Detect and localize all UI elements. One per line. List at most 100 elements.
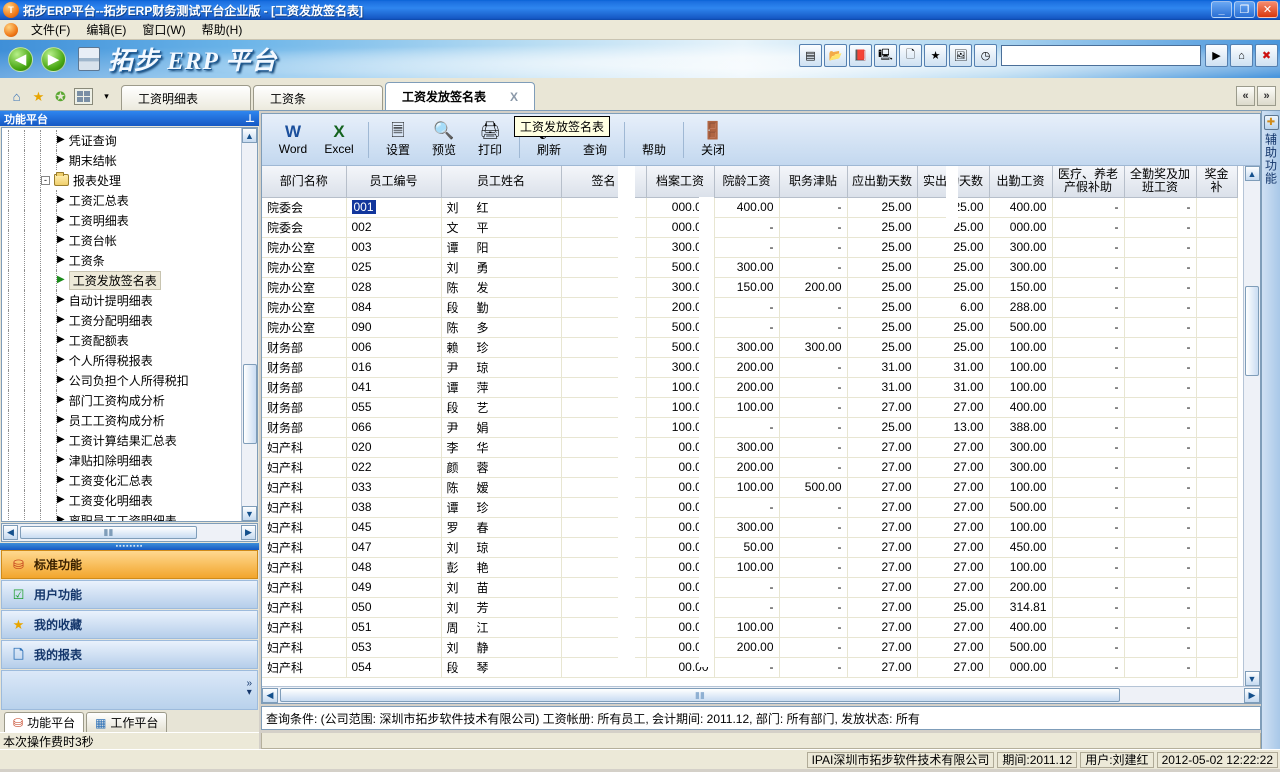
cell-duty[interactable]: - <box>779 397 847 417</box>
cell-archive[interactable]: 100.00 <box>646 397 714 417</box>
cell-bonus[interactable]: - <box>1124 577 1196 597</box>
cell-duty[interactable]: - <box>779 357 847 377</box>
cell-actual_days[interactable]: 13.00 <box>917 417 989 437</box>
cell-due_days[interactable]: 27.00 <box>847 657 917 677</box>
table-row[interactable]: 院委会001刘红000.00400.00-25.0025.00400.00-- <box>262 197 1237 217</box>
cell-bonus[interactable]: - <box>1124 337 1196 357</box>
tab-grid-view-icon[interactable] <box>74 88 93 105</box>
cell-bonus[interactable]: - <box>1124 617 1196 637</box>
cell-archive[interactable]: 000.00 <box>646 197 714 217</box>
tree-vertical-scrollbar[interactable]: ▲ ▼ <box>241 128 257 521</box>
cell-actual_days[interactable]: 25.00 <box>917 257 989 277</box>
cell-name[interactable]: 赖珍 <box>441 337 561 357</box>
cell-medical[interactable]: - <box>1052 657 1124 677</box>
cell-sign[interactable] <box>561 577 646 597</box>
grid-scroll-thumb[interactable] <box>1245 286 1259 376</box>
table-row[interactable]: 财务部066尹娟100.00--25.0013.00388.00-- <box>262 417 1237 437</box>
cell-dept[interactable]: 院办公室 <box>262 297 346 317</box>
cell-due_days[interactable]: 27.00 <box>847 537 917 557</box>
tree-horizontal-scrollbar[interactable]: ◀ ▮▮ ▶ <box>1 523 258 542</box>
cell-dept[interactable]: 妇产科 <box>262 497 346 517</box>
cell-sign[interactable] <box>561 237 646 257</box>
menu-window[interactable]: 窗口(W) <box>134 19 193 40</box>
cell-medical[interactable]: - <box>1052 637 1124 657</box>
cell-reward[interactable] <box>1196 477 1237 497</box>
cell-duty[interactable]: - <box>779 637 847 657</box>
tree-scroll-down-button[interactable]: ▼ <box>242 506 257 521</box>
cell-archive[interactable]: 500.00 <box>646 257 714 277</box>
cell-medical[interactable]: - <box>1052 557 1124 577</box>
cell-actual_days[interactable]: 25.00 <box>917 277 989 297</box>
sidebar-expand-more-icon[interactable]: »▾ <box>246 679 252 697</box>
pin-icon[interactable]: ⊥ <box>245 112 255 125</box>
tree-item-8[interactable]: ▶自动计提明细表 <box>2 290 240 310</box>
cell-dept[interactable]: 妇产科 <box>262 637 346 657</box>
table-row[interactable]: 妇产科038谭珍00.00--27.0027.00500.00-- <box>262 497 1237 517</box>
workstation-icon[interactable]: 🖳 <box>874 44 897 67</box>
cell-bonus[interactable]: - <box>1124 637 1196 657</box>
cell-medical[interactable]: - <box>1052 517 1124 537</box>
cell-duty[interactable]: - <box>779 297 847 317</box>
cell-archive[interactable]: 00.00 <box>646 597 714 617</box>
tab-gongzitiao[interactable]: 工资条 <box>253 85 383 110</box>
table-row[interactable]: 妇产科047刘琼00.0050.00-27.0027.00450.00-- <box>262 537 1237 557</box>
cell-sign[interactable] <box>561 337 646 357</box>
cell-seniority[interactable]: 300.00 <box>714 437 779 457</box>
cell-duty[interactable]: - <box>779 197 847 217</box>
cell-id[interactable]: 022 <box>346 457 441 477</box>
cell-seniority[interactable]: - <box>714 297 779 317</box>
grid-hscroll-thumb[interactable]: ▮▮ <box>280 688 1120 702</box>
tree-item-16[interactable]: ▶津贴扣除明细表 <box>2 450 240 470</box>
tree-item-4[interactable]: ▶工资明细表 <box>2 210 240 230</box>
go-button[interactable]: ▶ <box>1205 44 1228 67</box>
grid-column-header-6[interactable]: 职务津贴 <box>779 166 847 197</box>
cell-id[interactable]: 048 <box>346 557 441 577</box>
cell-actual_days[interactable]: 27.00 <box>917 557 989 577</box>
ledger-book-icon[interactable]: 📕 <box>849 44 872 67</box>
maximize-button[interactable]: ❐ <box>1234 1 1255 18</box>
cell-sign[interactable] <box>561 357 646 377</box>
cell-archive[interactable]: 100.00 <box>646 377 714 397</box>
cell-reward[interactable] <box>1196 637 1237 657</box>
cell-sign[interactable] <box>561 417 646 437</box>
cell-attend[interactable]: 100.00 <box>989 357 1052 377</box>
cell-medical[interactable]: - <box>1052 217 1124 237</box>
cell-seniority[interactable]: - <box>714 317 779 337</box>
cell-bonus[interactable]: - <box>1124 597 1196 617</box>
tree-hscroll-thumb[interactable]: ▮▮ <box>20 526 197 539</box>
cell-archive[interactable]: 500.00 <box>646 317 714 337</box>
cell-name[interactable]: 刘红 <box>441 197 561 217</box>
cell-duty[interactable]: - <box>779 537 847 557</box>
cell-dept[interactable]: 妇产科 <box>262 517 346 537</box>
table-row[interactable]: 妇产科048彭艳00.00100.00-27.0027.00100.00-- <box>262 557 1237 577</box>
cell-duty[interactable]: - <box>779 417 847 437</box>
cell-due_days[interactable]: 27.00 <box>847 617 917 637</box>
tree-item-13[interactable]: ▶部门工资构成分析 <box>2 390 240 410</box>
cell-id[interactable]: 049 <box>346 577 441 597</box>
cell-due_days[interactable]: 27.00 <box>847 577 917 597</box>
cell-actual_days[interactable]: 27.00 <box>917 577 989 597</box>
cell-name[interactable]: 陈发 <box>441 277 561 297</box>
cell-bonus[interactable]: - <box>1124 357 1196 377</box>
close-window-button[interactable]: ✕ <box>1257 1 1278 18</box>
cell-actual_days[interactable]: 25.00 <box>917 217 989 237</box>
cell-attend[interactable]: 100.00 <box>989 377 1052 397</box>
export-word-button[interactable]: W Word <box>270 117 316 163</box>
tree-item-17[interactable]: ▶工资变化汇总表 <box>2 470 240 490</box>
cell-archive[interactable]: 00.00 <box>646 537 714 557</box>
cell-sign[interactable] <box>561 457 646 477</box>
cell-seniority[interactable]: 200.00 <box>714 637 779 657</box>
cell-reward[interactable] <box>1196 337 1237 357</box>
cell-duty[interactable]: 300.00 <box>779 337 847 357</box>
favorite-star-icon[interactable]: ★ <box>30 89 47 105</box>
function-tree[interactable]: ▶凭证查询▶期末结帐-报表处理▶工资汇总表▶工资明细表▶工资台帐▶工资条▶工资发… <box>1 127 258 522</box>
cell-attend[interactable]: 100.00 <box>989 557 1052 577</box>
cell-id[interactable]: 050 <box>346 597 441 617</box>
cell-reward[interactable] <box>1196 297 1237 317</box>
grid-hscroll-right-button[interactable]: ▶ <box>1244 688 1260 703</box>
cell-name[interactable]: 李华 <box>441 437 561 457</box>
cell-due_days[interactable]: 25.00 <box>847 317 917 337</box>
table-row[interactable]: 妇产科020李华00.00300.00-27.0027.00300.00-- <box>262 437 1237 457</box>
cell-sign[interactable] <box>561 637 646 657</box>
cell-id[interactable]: 001 <box>346 197 441 217</box>
